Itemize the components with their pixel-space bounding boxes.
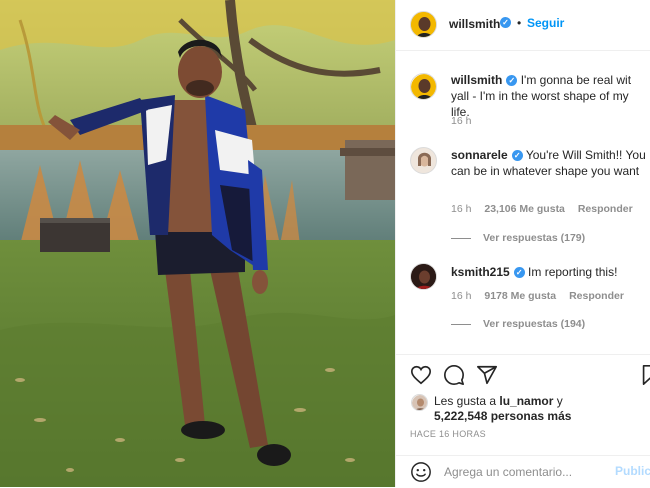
post-photo[interactable] [0, 0, 395, 487]
verified-badge-icon: ✓ [513, 267, 525, 279]
liker-avatar-image [412, 395, 427, 410]
author-avatar[interactable] [410, 11, 437, 38]
comment-avatar-image [411, 264, 436, 289]
comment-username[interactable]: ksmith215 [451, 265, 510, 279]
header-separator: • [517, 16, 522, 30]
view-replies-button[interactable]: Ver respuestas (179) [451, 232, 585, 244]
view-replies-label: Ver respuestas (194) [483, 318, 586, 330]
post-panel: willsmith ✓ • Seguir willsmith ✓ I'm gonn… [395, 0, 650, 487]
replies-divider [451, 323, 471, 325]
comment-time[interactable]: 16 h [451, 203, 471, 215]
heart-icon[interactable] [410, 364, 434, 388]
author-avatar-image [411, 12, 436, 37]
comment-avatar[interactable] [410, 263, 437, 290]
author-username[interactable]: willsmith [449, 17, 500, 31]
comment-text: Im reporting this! [528, 265, 618, 279]
follow-button[interactable]: Seguir [527, 16, 564, 30]
view-replies-label: Ver respuestas (179) [483, 232, 586, 244]
comment-likes[interactable]: 23,106 Me gusta [484, 203, 565, 215]
replies-divider [451, 237, 471, 239]
post-image [0, 0, 395, 487]
comment-time[interactable]: 16 h [451, 290, 471, 302]
comment-avatar[interactable] [410, 147, 437, 174]
reply-button[interactable]: Responder [569, 290, 624, 302]
publish-button[interactable]: Publicar [615, 464, 650, 478]
share-icon[interactable] [476, 364, 500, 388]
posted-time[interactable]: HACE 16 HORAS [410, 429, 486, 439]
caption-avatar[interactable] [410, 73, 437, 100]
comment-avatar-image [411, 148, 436, 173]
likes-connector: y [556, 394, 563, 408]
caption-avatar-image [411, 74, 436, 99]
comment-input[interactable] [442, 464, 606, 480]
caption-time[interactable]: 16 h [451, 115, 471, 127]
verified-badge-icon: ✓ [506, 75, 518, 87]
comment-username[interactable]: sonnarele [451, 148, 508, 162]
comments-list[interactable]: willsmith ✓ I'm gonna be real wit yall - … [396, 55, 650, 353]
comment-icon[interactable] [443, 364, 467, 388]
liker-avatar[interactable] [411, 394, 428, 411]
verified-badge-icon: ✓ [500, 17, 511, 28]
likes-count[interactable]: 5,222,548 personas más [434, 408, 571, 424]
view-replies-button[interactable]: Ver respuestas (194) [451, 318, 585, 330]
add-comment-bar: Publicar [396, 455, 650, 488]
emoji-icon[interactable] [410, 461, 434, 485]
verified-badge-icon: ✓ [511, 150, 523, 162]
likes-prefix: Les gusta a [434, 394, 497, 408]
caption-username[interactable]: willsmith [451, 73, 502, 87]
reply-button[interactable]: Responder [578, 203, 633, 215]
post-actions: Les gusta a lu_namor y 5,222,548 persona… [396, 354, 650, 455]
likes-summary: Les gusta a lu_namor y [434, 393, 563, 409]
comment-likes[interactable]: 9178 Me gusta [484, 290, 556, 302]
post-header: willsmith ✓ • Seguir [396, 0, 650, 51]
bookmark-icon[interactable] [639, 364, 650, 388]
liker-username[interactable]: lu_namor [499, 394, 553, 408]
